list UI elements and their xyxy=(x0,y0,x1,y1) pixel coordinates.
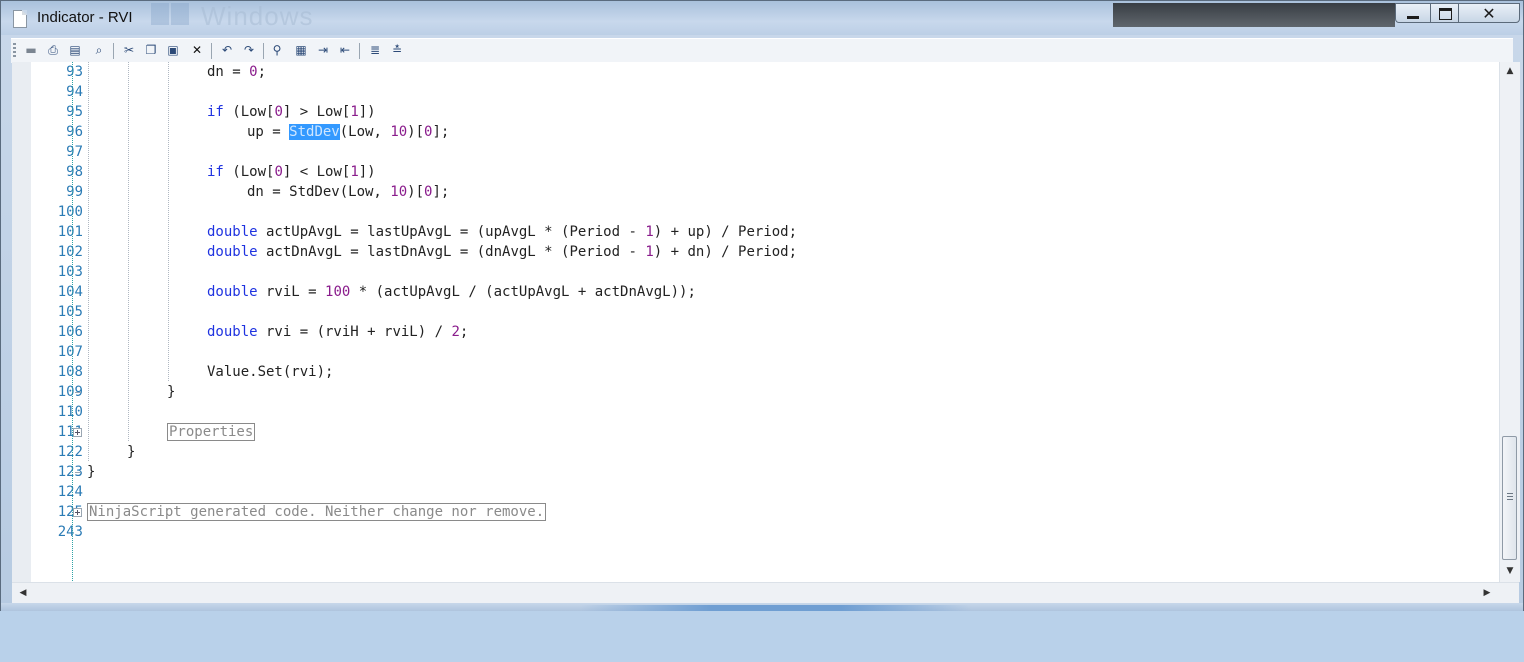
copy-icon[interactable]: ❐ xyxy=(143,42,159,58)
fold-guide-line xyxy=(72,62,73,582)
line-number: 102 xyxy=(57,244,83,260)
code-line-104: double rviL = 100 * (actUpAvgL / (actUpA… xyxy=(207,284,696,300)
code-line-125: NinjaScript generated code. Neither chan… xyxy=(87,502,547,522)
fold-end-marker xyxy=(75,392,81,393)
line-number: 106 xyxy=(57,324,83,340)
print-icon[interactable]: ⎙ xyxy=(45,42,61,58)
code-line-122: } xyxy=(127,444,136,460)
indent-guide xyxy=(168,62,169,382)
horizontal-scrollbar[interactable]: ◀ ▶ xyxy=(12,582,1519,604)
expand-region-icon[interactable] xyxy=(73,508,82,517)
editor-toolbar: ▬ ⎙ ▤ ⌕ ✂ ❐ ▣ ✕ ↶ ↷ ⚲ ▦ ⇥ ⇤ ≣ ≛ xyxy=(11,38,1513,63)
document-icon xyxy=(13,10,27,28)
line-number: 96 xyxy=(66,124,83,140)
windows-logo-icon xyxy=(151,3,189,25)
code-line-96: up = StdDev(Low, 10)[0]; xyxy=(247,124,450,140)
toolbar-separator xyxy=(113,43,114,59)
window-title: Indicator - RVI xyxy=(37,9,133,26)
find-binoculars-icon[interactable]: ⚲ xyxy=(269,42,285,58)
indent-guide xyxy=(88,62,89,462)
line-number-gutter: 93 94 95 96 97 98 99 100 101 102 103 104… xyxy=(31,62,83,582)
title-bar-glow xyxy=(1113,3,1395,27)
line-number: 95 xyxy=(66,104,83,120)
line-number: 243 xyxy=(57,524,83,540)
scroll-left-icon[interactable]: ◀ xyxy=(14,583,32,604)
editor-left-margin xyxy=(12,62,31,582)
code-line-106: double rvi = (rviH + rviL) / 2; xyxy=(207,324,469,340)
cut-icon[interactable]: ✂ xyxy=(121,42,137,58)
maximize-button[interactable] xyxy=(1430,3,1459,23)
code-line-102: double actDnAvgL = lastDnAvgL = (dnAvgL … xyxy=(207,244,798,260)
grip-icon xyxy=(1507,493,1513,501)
line-number: 110 xyxy=(57,404,83,420)
line-number: 98 xyxy=(66,164,83,180)
line-number: 101 xyxy=(57,224,83,240)
uncomment-icon[interactable]: ≛ xyxy=(389,42,405,58)
line-number: 122 xyxy=(57,444,83,460)
redo-icon[interactable]: ↷ xyxy=(241,42,257,58)
indent-guide xyxy=(128,62,129,442)
code-text[interactable]: dn = 0; if (Low[0] > Low[1]) up = StdDev… xyxy=(87,62,1497,582)
toolbar-grip[interactable] xyxy=(13,43,16,59)
vertical-scroll-thumb[interactable] xyxy=(1502,436,1517,560)
close-icon: ✕ xyxy=(1482,4,1496,23)
line-number: 93 xyxy=(66,64,83,80)
save-icon[interactable]: ▬ xyxy=(23,42,39,58)
line-number: 103 xyxy=(57,264,83,280)
vertical-scrollbar[interactable]: ▲ ▼ xyxy=(1499,62,1520,582)
scroll-up-icon[interactable]: ▲ xyxy=(1500,62,1520,80)
line-number: 100 xyxy=(57,204,83,220)
delete-icon[interactable]: ✕ xyxy=(189,42,205,58)
code-line-99: dn = StdDev(Low, 10)[0]; xyxy=(247,184,450,200)
comment-icon[interactable]: ≣ xyxy=(367,42,383,58)
expand-region-icon[interactable] xyxy=(73,428,82,437)
close-button[interactable]: ✕ xyxy=(1458,3,1520,23)
line-number: 107 xyxy=(57,344,83,360)
indent-icon[interactable]: ⇥ xyxy=(315,42,331,58)
collapsed-region-properties[interactable]: Properties xyxy=(167,423,256,441)
line-number: 94 xyxy=(66,84,83,100)
code-line-98: if (Low[0] < Low[1]) xyxy=(207,164,376,180)
code-line-111: Properties xyxy=(167,422,256,442)
code-line-109: } xyxy=(167,384,176,400)
find-icon[interactable]: ⌕ xyxy=(91,42,107,58)
toolbar-separator xyxy=(263,43,264,59)
selected-text: StdDev xyxy=(289,124,340,140)
outdent-icon[interactable]: ⇤ xyxy=(337,42,353,58)
code-line-108: Value.Set(rvi); xyxy=(207,364,334,380)
undo-icon[interactable]: ↶ xyxy=(219,42,235,58)
collapsed-region-generated-code[interactable]: NinjaScript generated code. Neither chan… xyxy=(87,503,547,521)
paste-icon[interactable]: ▣ xyxy=(165,42,181,58)
taskbar-glow xyxy=(581,605,971,611)
minimize-button[interactable] xyxy=(1395,3,1431,23)
scroll-right-icon[interactable]: ▶ xyxy=(1478,583,1496,604)
line-number: 99 xyxy=(66,184,83,200)
code-area[interactable]: 93 94 95 96 97 98 99 100 101 102 103 104… xyxy=(12,62,1499,582)
line-number: 105 xyxy=(57,304,83,320)
code-line-95: if (Low[0] > Low[1]) xyxy=(207,104,376,120)
desktop-watermark: Windows xyxy=(201,1,314,31)
line-number: 104 xyxy=(57,284,83,300)
print-preview-icon[interactable]: ▤ xyxy=(67,42,83,58)
code-line-101: double actUpAvgL = lastUpAvgL = (upAvgL … xyxy=(207,224,798,240)
title-bar[interactable]: Indicator - RVI Windows ✕ xyxy=(1,1,1523,35)
line-number: 108 xyxy=(57,364,83,380)
fold-end-marker xyxy=(75,472,81,473)
code-line-123: } xyxy=(87,464,96,480)
line-number: 124 xyxy=(57,484,83,500)
line-number: 97 xyxy=(66,144,83,160)
toolbar-separator xyxy=(359,43,360,59)
code-editor-window: Indicator - RVI Windows ✕ ▬ ⎙ ▤ ⌕ ✂ ❐ ▣ … xyxy=(0,0,1524,611)
toolbar-separator xyxy=(211,43,212,59)
scroll-down-icon[interactable]: ▼ xyxy=(1500,562,1520,580)
toggle-bookmark-icon[interactable]: ▦ xyxy=(293,42,309,58)
code-line-93: dn = 0; xyxy=(207,64,267,80)
